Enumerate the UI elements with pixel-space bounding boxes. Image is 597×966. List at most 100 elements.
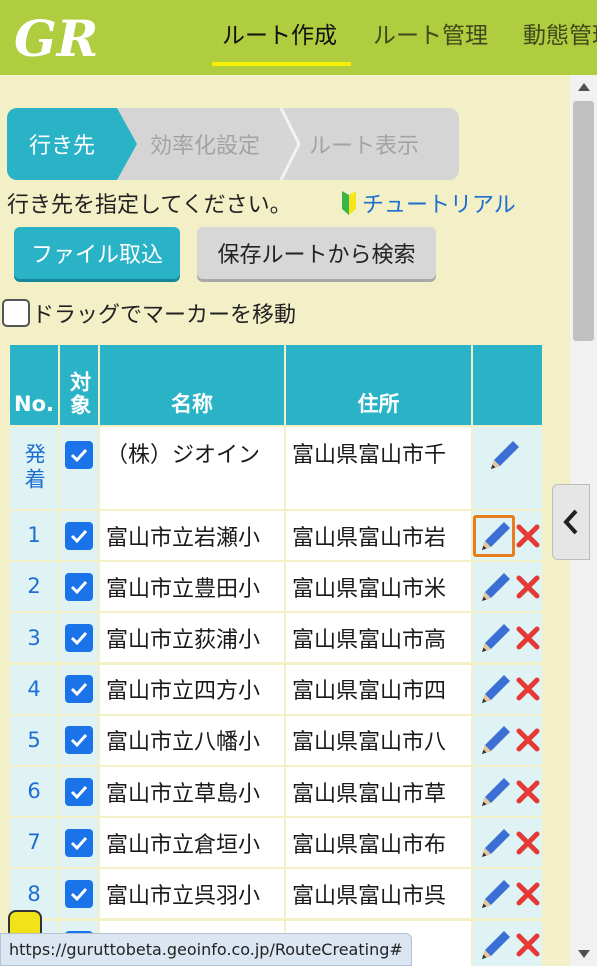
checkbox-checked-icon[interactable] xyxy=(65,521,93,550)
row-address: 富山県富山市草 xyxy=(286,767,471,816)
checkbox-checked-icon[interactable] xyxy=(65,879,93,908)
row-address: 富山県富山市四 xyxy=(286,664,471,714)
nav-route-manage[interactable]: ルート管理 xyxy=(373,16,488,50)
table-row: 5 富山市立八幡小 富山県富山市八 xyxy=(10,715,542,765)
table-row: 7 富山市立倉垣小 富山県富山市布 xyxy=(10,818,542,868)
row-no: 発着 xyxy=(10,427,58,509)
delete-x-icon[interactable] xyxy=(516,882,540,906)
checkbox-checked-icon[interactable] xyxy=(65,675,93,704)
edit-pencil-icon[interactable] xyxy=(478,825,514,861)
row-no: 4 xyxy=(10,664,58,714)
scroll-up-arrow-icon[interactable] xyxy=(570,77,597,97)
row-actions xyxy=(473,664,542,714)
row-actions xyxy=(473,427,542,509)
checkbox-checked-icon[interactable] xyxy=(65,441,93,469)
nav-tracking[interactable]: 動態管理 xyxy=(523,16,597,50)
edit-pencil-icon[interactable] xyxy=(478,774,514,810)
row-actions xyxy=(473,715,542,765)
checkbox-checked-icon[interactable] xyxy=(65,726,93,755)
instruction-text: 行き先を指定してください。 xyxy=(7,193,292,218)
drag-marker-label: ドラッグでマーカーを移動 xyxy=(32,303,297,328)
table-row: 6 富山市立草島小 富山県富山市草 xyxy=(10,767,542,816)
checkbox-checked-icon[interactable] xyxy=(65,623,93,652)
table-row: 4 富山市立四方小 富山県富山市四 xyxy=(10,664,542,714)
search-saved-route-button[interactable]: 保存ルートから検索 xyxy=(197,227,436,279)
file-import-button[interactable]: ファイル取込 xyxy=(14,227,180,279)
route-create-panel: 効率化設定 ルート表示 行き先 行き先を指定してください。 チュートリアル ファ… xyxy=(0,75,570,966)
focused-edit-highlight xyxy=(473,515,515,557)
step-optimize: 効率化設定 xyxy=(120,108,300,180)
row-address: 富山県富山市千 xyxy=(286,427,471,509)
row-name: 富山市立倉垣小 xyxy=(100,818,284,868)
row-actions xyxy=(473,818,542,868)
delete-x-icon[interactable] xyxy=(516,626,540,650)
tutorial-label[interactable]: チュートリアル xyxy=(362,187,516,219)
row-actions xyxy=(473,562,542,612)
row-no: 3 xyxy=(10,613,58,663)
row-target-checkbox[interactable] xyxy=(60,562,98,612)
row-name: 富山市立八幡小 xyxy=(100,715,284,765)
drag-marker-option[interactable]: ドラッグでマーカーを移動 xyxy=(2,297,296,329)
scroll-thumb[interactable] xyxy=(573,101,594,341)
row-target-checkbox[interactable] xyxy=(60,869,98,919)
edit-pencil-icon[interactable] xyxy=(478,620,514,656)
row-no: 1 xyxy=(10,511,58,560)
collapse-panel-button[interactable] xyxy=(552,484,590,560)
checkbox-checked-icon[interactable] xyxy=(65,572,93,601)
row-target-checkbox[interactable] xyxy=(60,427,98,509)
row-target-checkbox[interactable] xyxy=(60,818,98,868)
edit-pencil-icon[interactable] xyxy=(487,437,523,473)
tutorial-link[interactable]: チュートリアル xyxy=(340,187,516,219)
row-target-checkbox[interactable] xyxy=(60,613,98,663)
row-name: 富山市立豊田小 xyxy=(100,562,284,612)
checkbox-checked-icon[interactable] xyxy=(65,777,93,806)
beginner-mark-icon xyxy=(342,191,356,215)
delete-x-icon[interactable] xyxy=(516,728,540,752)
row-name: （株）ジオイン xyxy=(100,427,284,509)
step-route-view: ルート表示 xyxy=(309,134,420,159)
row-address: 富山県富山市米 xyxy=(286,562,471,612)
edit-pencil-icon[interactable] xyxy=(478,876,514,912)
table-row: 1 富山市立岩瀬小 富山県富山市岩 xyxy=(10,511,542,560)
row-address: 富山県富山市高 xyxy=(286,613,471,663)
checkbox-checked-icon[interactable] xyxy=(65,828,93,857)
delete-x-icon[interactable] xyxy=(516,831,540,855)
header-name: 名称 xyxy=(100,345,284,425)
table-header: No. 対象 名称 住所 xyxy=(10,345,542,425)
delete-x-icon[interactable] xyxy=(516,677,540,701)
table-row: 3 富山市立荻浦小 富山県富山市高 xyxy=(10,613,542,663)
edit-pencil-icon[interactable] xyxy=(478,722,514,758)
row-target-checkbox[interactable] xyxy=(60,511,98,560)
row-name: 富山市立四方小 xyxy=(100,664,284,714)
row-target-checkbox[interactable] xyxy=(60,715,98,765)
row-target-checkbox[interactable] xyxy=(60,664,98,714)
row-name: 富山市立荻浦小 xyxy=(100,613,284,663)
row-actions xyxy=(473,767,542,816)
row-name: 富山市立草島小 xyxy=(100,767,284,816)
header-actions xyxy=(473,345,542,425)
step-destination: 行き先 xyxy=(7,108,137,180)
gr-logo[interactable]: GR xyxy=(10,8,128,66)
delete-x-icon[interactable] xyxy=(516,575,540,599)
step-progress: 効率化設定 ルート表示 行き先 xyxy=(7,108,459,180)
chevron-left-icon xyxy=(563,509,578,535)
table-row: 2 富山市立豊田小 富山県富山市米 xyxy=(10,562,542,612)
header-no: No. xyxy=(10,345,58,425)
table-row-origin: 発着 （株）ジオイン 富山県富山市千 xyxy=(10,427,542,509)
delete-x-icon[interactable] xyxy=(516,524,540,548)
scroll-down-arrow-icon[interactable] xyxy=(570,944,597,964)
nav-route-create[interactable]: ルート作成 xyxy=(212,16,351,66)
row-actions xyxy=(473,613,542,663)
row-actions xyxy=(473,869,542,919)
edit-pencil-icon[interactable] xyxy=(478,569,514,605)
app-header: GR ルート作成 ルート管理 動態管理 xyxy=(0,0,597,75)
row-target-checkbox[interactable] xyxy=(60,767,98,816)
row-no: 6 xyxy=(10,767,58,816)
status-bar-url: https://guruttobeta.geoinfo.co.jp/RouteC… xyxy=(0,933,412,966)
row-address: 富山県富山市八 xyxy=(286,715,471,765)
delete-x-icon[interactable] xyxy=(516,780,540,804)
edit-pencil-icon[interactable] xyxy=(478,671,514,707)
svg-text:GR: GR xyxy=(14,9,98,66)
step-separator xyxy=(279,108,301,180)
drag-marker-checkbox[interactable] xyxy=(2,299,30,327)
